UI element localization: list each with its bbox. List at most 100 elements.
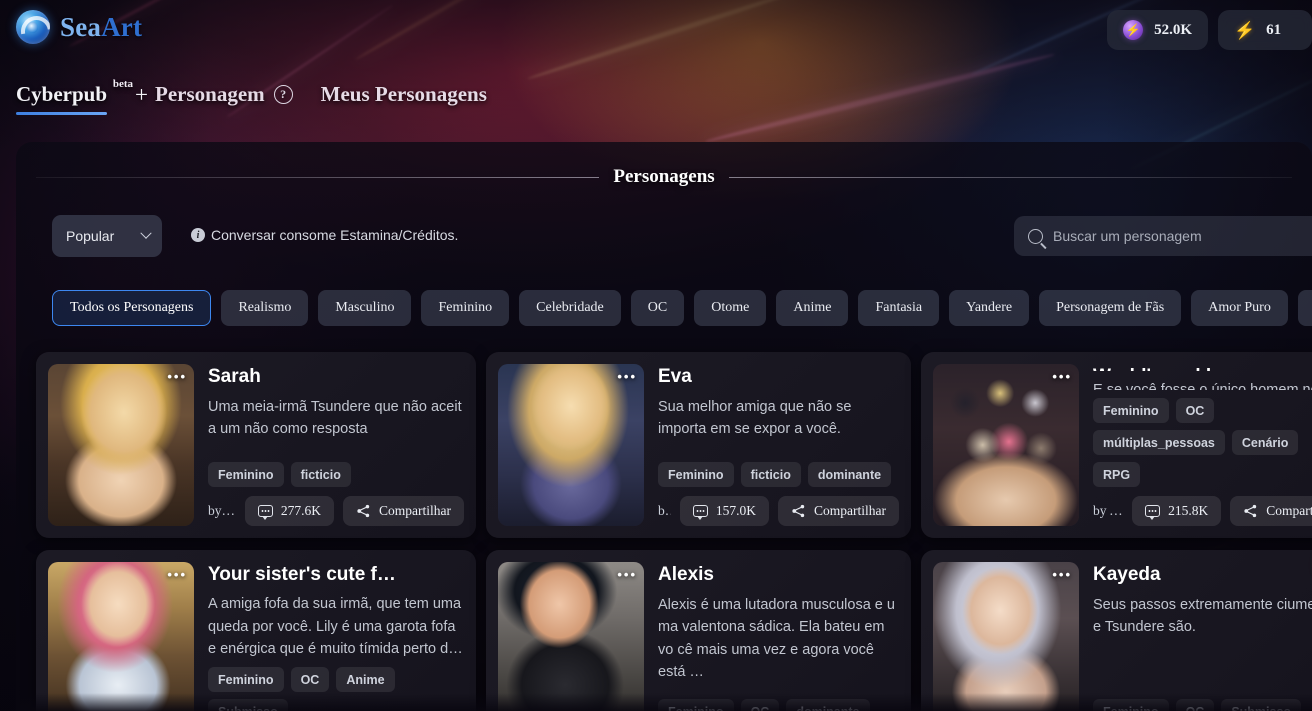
category-chip-feminino[interactable]: Feminino [421,290,510,326]
character-tag[interactable]: ficticio [740,462,801,487]
search-input[interactable] [1053,228,1310,244]
character-tag[interactable]: múltiplas_pessoas [1093,430,1225,455]
more-options-icon[interactable]: ••• [1052,370,1072,383]
character-tag[interactable]: OC [740,699,780,711]
character-tag[interactable]: Feminino [658,462,734,487]
chat-count-button[interactable]: 277.6K [244,496,335,526]
more-options-icon[interactable]: ••• [617,568,637,581]
character-tag[interactable]: Cenário [1231,430,1299,455]
share-button[interactable]: Compartil [1230,496,1312,526]
lightning-bolt-icon: ⚡ [1234,20,1256,40]
category-chip-label: Realismo [238,300,292,315]
chat-count-button[interactable]: 157.0K [679,496,770,526]
character-tag-list: Feminino OC dominante [658,691,899,711]
character-card[interactable]: ••• Your sister's cute f… A amiga fofa da … [36,550,476,711]
brand-name: SeaArt [60,12,142,43]
eva-portrait-image [498,364,644,526]
nav-item-my-characters[interactable]: Meus Personagens [321,82,487,115]
character-name: Kayeda [1093,564,1161,585]
character-tag[interactable]: Feminino [208,667,284,692]
character-tag[interactable]: dominante [807,462,892,487]
category-chip-masculino[interactable]: Masculino [318,290,412,326]
page-root: SeaArt ⚡ 52.0K ⚡ 61 Cyberpub beta + Pers… [0,0,1312,711]
category-chip-label: Masculino [335,300,395,315]
character-tag[interactable]: Feminino [1093,699,1169,711]
nav-item-create-character[interactable]: + Personagem ? [135,82,293,115]
character-author: by Tiny_m… [208,503,236,518]
category-chip-realismo[interactable]: Realismo [221,290,309,326]
character-tag[interactable]: ficticio [290,462,351,487]
character-tag[interactable]: OC [1175,699,1215,711]
character-thumbnail[interactable]: ••• [498,562,644,711]
category-chip-celebridade[interactable]: Celebridade [519,290,621,326]
character-card[interactable]: ••• Sarah Uma meia-irmã Tsundere que não a… [36,352,476,538]
brand-logo[interactable]: SeaArt [16,10,142,44]
category-filter-list: Todos os Personagens Realismo Masculino Fem… [52,290,1312,326]
search-icon [1028,228,1043,244]
category-chip-oc[interactable]: OC [630,290,685,326]
nav-item-cyberpub-label: Cyberpub [16,82,108,106]
chat-count-button[interactable]: 215.8K [1132,496,1222,526]
character-card[interactable]: ••• Alexis Alexis é uma lutadora musculosa… [486,550,911,711]
character-description: Seus passos extremamente ciume s e Tsund… [1093,597,1312,636]
character-card-body: Sarah Uma meia-irmã Tsundere que não acei… [208,364,464,526]
chat-bubble-icon [692,505,708,520]
character-tag[interactable]: Submisso [1221,699,1302,711]
share-button[interactable]: Compartilhar [343,496,464,526]
character-tag[interactable]: dominante [786,699,870,711]
kayeda-portrait-image [933,562,1079,711]
character-tag[interactable]: Submisso [208,699,288,711]
character-description: Uma meia-irmã Tsundere que não aceit a u… [208,399,462,438]
page-title: Personagens [613,166,715,187]
more-options-icon[interactable]: ••• [1052,568,1072,581]
category-chip-yandere[interactable]: Yandere [949,290,1030,326]
category-chip-otome[interactable]: Otome [694,290,767,326]
chat-count-value: 215.8K [1168,503,1209,518]
character-card[interactable]: ••• Kayeda Seus passos extremamente ciume … [921,550,1312,711]
stamina-hint-text: Conversar consome Estamina/Créditos. [211,227,459,243]
stamina-credit-pill[interactable]: ⚡ 52.0K [1107,10,1208,50]
category-chip-amor-puro[interactable]: Amor Puro [1191,290,1288,326]
category-chip-fantasia[interactable]: Fantasia [858,290,940,326]
character-tag[interactable]: Feminino [658,699,734,711]
category-chip-anime[interactable]: Anime [776,290,849,326]
character-tag[interactable]: Feminino [208,462,284,487]
share-icon [1244,504,1257,518]
category-chip-label: Fantasia [875,300,923,315]
more-options-icon[interactable]: ••• [167,370,187,383]
sort-dropdown-value: Popular [66,228,115,244]
help-icon[interactable]: ? [273,85,293,104]
category-chip-label: OC [647,300,668,315]
character-description: Alexis é uma lutadora musculosa e u ma v… [658,597,895,681]
plus-icon: + [135,82,149,107]
sort-dropdown[interactable]: Popular [52,215,162,257]
divider-left [36,176,600,178]
category-chip-todos-os-personagens[interactable]: Todos os Personagens [52,290,212,326]
more-options-icon[interactable]: ••• [167,568,187,581]
character-thumbnail[interactable]: ••• [933,562,1079,711]
more-options-icon[interactable]: ••• [617,370,637,383]
character-tag-list: Feminino ficticio dominante [658,454,899,487]
character-tag-list: Feminino OC Submisso [1093,691,1312,711]
character-thumbnail[interactable]: ••• [48,364,194,526]
energy-credit-pill[interactable]: ⚡ 61 [1218,10,1312,50]
character-tag[interactable]: OC [290,667,330,692]
character-thumbnail[interactable]: ••• [933,364,1079,526]
character-card-body: Alexis Alexis é uma lutadora musculosa e … [658,562,899,711]
character-thumbnail[interactable]: ••• [48,562,194,711]
share-button[interactable]: Compartilhar [778,496,899,526]
character-tag[interactable]: Feminino [1093,398,1169,423]
character-thumbnail[interactable]: ••• [498,364,644,526]
chevron-down-icon [140,227,152,239]
character-tag[interactable]: OC [1175,398,1215,423]
category-chip-m-ltiplo[interactable]: Múltiplo [1297,290,1312,326]
character-card[interactable]: ••• Eva Sua melhor amiga que não se import… [486,352,911,538]
character-card[interactable]: ••• World's end harem E se você fosse o ún… [921,352,1312,538]
nav-item-cyberpub[interactable]: Cyberpub beta [16,78,133,115]
character-tag[interactable]: RPG [1093,462,1141,487]
search-box[interactable] [1014,216,1312,256]
category-chip-personagem-de-f-s[interactable]: Personagem de Fãs [1039,290,1182,326]
character-tag[interactable]: Anime [336,667,395,692]
chat-bubble-icon [1145,505,1161,520]
character-name: Eva [658,366,692,387]
